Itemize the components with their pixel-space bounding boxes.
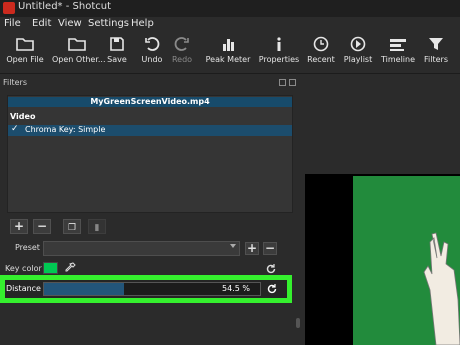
minus-icon: − [264, 241, 276, 255]
preset-label: Preset [15, 243, 40, 252]
folder-open-icon [68, 38, 86, 51]
hand-illustration [423, 232, 460, 345]
undo-button[interactable]: Undo [138, 32, 166, 74]
info-icon [277, 37, 281, 51]
funnel-icon [429, 38, 443, 50]
open-other-button[interactable]: Open Other... [52, 32, 106, 74]
menu-file[interactable]: File [4, 18, 21, 29]
clock-icon [313, 36, 329, 52]
floppy-disk-icon [110, 37, 124, 51]
shotcut-logo-icon [3, 2, 15, 14]
trash-icon: ▮ [94, 223, 100, 233]
eyedropper-icon[interactable] [64, 262, 76, 274]
distance-slider-fill [44, 283, 124, 295]
remove-filter-button[interactable]: − [33, 219, 51, 234]
chevron-down-icon [230, 244, 236, 248]
add-filter-button[interactable]: + [10, 219, 28, 234]
video-section-heading: Video [10, 112, 36, 121]
dock-close-icon[interactable] [289, 79, 296, 86]
attached-filters-list [7, 95, 293, 213]
playlist-button[interactable]: Playlist [341, 32, 375, 74]
copy-icon: ❐ [67, 223, 77, 233]
reset-key-color-icon[interactable] [265, 263, 277, 275]
undo-icon [145, 37, 160, 51]
save-button[interactable]: Save [104, 32, 130, 74]
filter-item-label: Chroma Key: Simple [25, 125, 106, 134]
distance-value: 54.5 % [222, 284, 250, 293]
clip-name-header: MyGreenScreenVideo.mp4 [8, 97, 292, 107]
save-preset-button[interactable]: + [245, 242, 259, 255]
menu-edit[interactable]: Edit [32, 18, 51, 29]
key-color-swatch[interactable] [43, 262, 58, 274]
redo-icon [174, 37, 189, 51]
plus-icon: + [13, 219, 25, 233]
menu-help[interactable]: Help [131, 18, 154, 29]
delete-preset-button[interactable]: − [263, 242, 277, 255]
recent-button[interactable]: Recent [305, 32, 337, 74]
timeline-button[interactable]: Timeline [380, 32, 416, 74]
copy-filter-button[interactable]: ❐ [63, 219, 81, 234]
filter-enabled-checkbox[interactable]: ✓ [11, 124, 19, 134]
toolbar: Open File Open Other... Save Undo Redo P… [0, 32, 460, 74]
menu-view[interactable]: View [58, 18, 82, 29]
filters-button[interactable]: Filters [420, 32, 452, 74]
playlist-icon [350, 36, 366, 52]
key-color-label: Key color [5, 264, 42, 273]
timeline-icon [390, 39, 406, 51]
open-file-button[interactable]: Open File [3, 32, 47, 74]
folder-open-icon [16, 38, 34, 51]
window-title: Untitled* - Shotcut [18, 1, 112, 12]
distance-label: Distance [6, 284, 41, 293]
properties-button[interactable]: Properties [258, 32, 300, 74]
plus-icon: + [246, 241, 258, 255]
reset-distance-icon[interactable] [266, 283, 278, 295]
delete-filter-button[interactable]: ▮ [88, 219, 106, 234]
menu-bar: File Edit View Settings Help [0, 17, 460, 32]
redo-button[interactable]: Redo [168, 32, 196, 74]
dock-float-icon[interactable] [279, 79, 286, 86]
filters-panel-title: Filters [3, 78, 27, 87]
peak-meter-button[interactable]: Peak Meter [205, 32, 251, 74]
menu-settings[interactable]: Settings [88, 18, 129, 29]
peak-meter-icon [223, 39, 234, 51]
preset-dropdown[interactable] [43, 241, 240, 256]
minus-icon: − [36, 219, 48, 233]
